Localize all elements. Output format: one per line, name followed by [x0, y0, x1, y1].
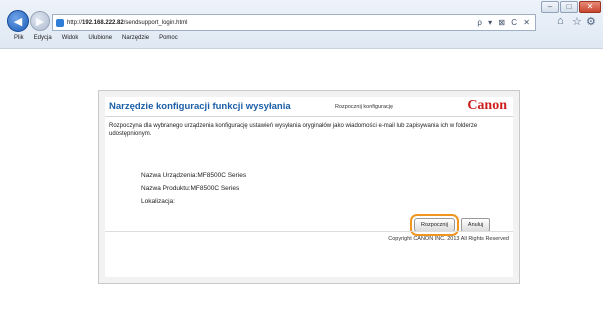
menu-bar: Plik Edycja Widok Ulubione Narzędzie Pom…: [14, 35, 178, 41]
menu-help[interactable]: Pomoc: [159, 35, 178, 41]
window-controls: – □ ✕: [541, 1, 601, 13]
site-icon: [56, 18, 64, 27]
back-button[interactable]: ◀: [7, 10, 29, 32]
minimize-button[interactable]: –: [541, 1, 559, 13]
page-content: Narzędzie konfiguracji funkcji wysyłania…: [0, 49, 603, 309]
dialog-title: Narzędzie konfiguracji funkcji wysyłania: [109, 101, 291, 112]
menu-view[interactable]: Widok: [62, 35, 79, 41]
maximize-button[interactable]: □: [560, 1, 578, 13]
dialog-header: Narzędzie konfiguracji funkcji wysyłania…: [105, 97, 513, 117]
menu-file[interactable]: Plik: [14, 35, 24, 41]
divider: [105, 231, 513, 232]
browser-chrome: – □ ✕ ◀ ▶ http://192.168.222.82/sendsupp…: [0, 0, 603, 49]
start-button[interactable]: Rozpocznij: [410, 214, 459, 236]
device-name: Nazwa Urządzenia:MF8500C Series: [141, 172, 247, 179]
favorites-star-icon[interactable]: ☆: [572, 15, 582, 28]
copyright: Copyright CANON INC. 2013 All Rights Res…: [388, 236, 509, 242]
dialog-description: Rozpoczyna dla wybranego urządzenia konf…: [109, 123, 478, 137]
forward-button[interactable]: ▶: [30, 11, 50, 31]
close-window-button[interactable]: ✕: [579, 1, 601, 13]
send-setup-dialog: Narzędzie konfiguracji funkcji wysyłania…: [98, 90, 520, 284]
dialog-buttons: Rozpocznij Anuluj: [410, 214, 491, 236]
product-name: Nazwa Produktu:MF8500C Series: [141, 185, 240, 192]
dialog-subtitle: Rozpocznij konfigurację: [335, 104, 394, 110]
cancel-button[interactable]: Anuluj: [460, 218, 491, 232]
device-info: Nazwa Urządzenia:MF8500C Series Nazwa Pr…: [141, 169, 246, 208]
home-icon[interactable]: ⌂: [557, 15, 564, 27]
menu-favorites[interactable]: Ulubione: [88, 35, 112, 41]
address-bar[interactable]: http://192.168.222.82/sendsupport_login.…: [52, 14, 536, 31]
location: Lokalizacja:: [141, 198, 175, 205]
arrow-left-icon: ◀: [13, 15, 23, 28]
address-tools[interactable]: ρ ▾ ⊠ C ✕: [477, 18, 532, 27]
dialog-body: Rozpoczyna dla wybranego urządzenia konf…: [105, 117, 513, 277]
url-text: http://192.168.222.82/sendsupport_login.…: [67, 19, 188, 26]
arrow-right-icon: ▶: [35, 15, 45, 28]
menu-edit[interactable]: Edycja: [34, 35, 52, 41]
canon-logo: Canon: [467, 98, 507, 113]
menu-tools[interactable]: Narzędzie: [122, 35, 149, 41]
gear-icon[interactable]: ⚙: [586, 15, 596, 28]
